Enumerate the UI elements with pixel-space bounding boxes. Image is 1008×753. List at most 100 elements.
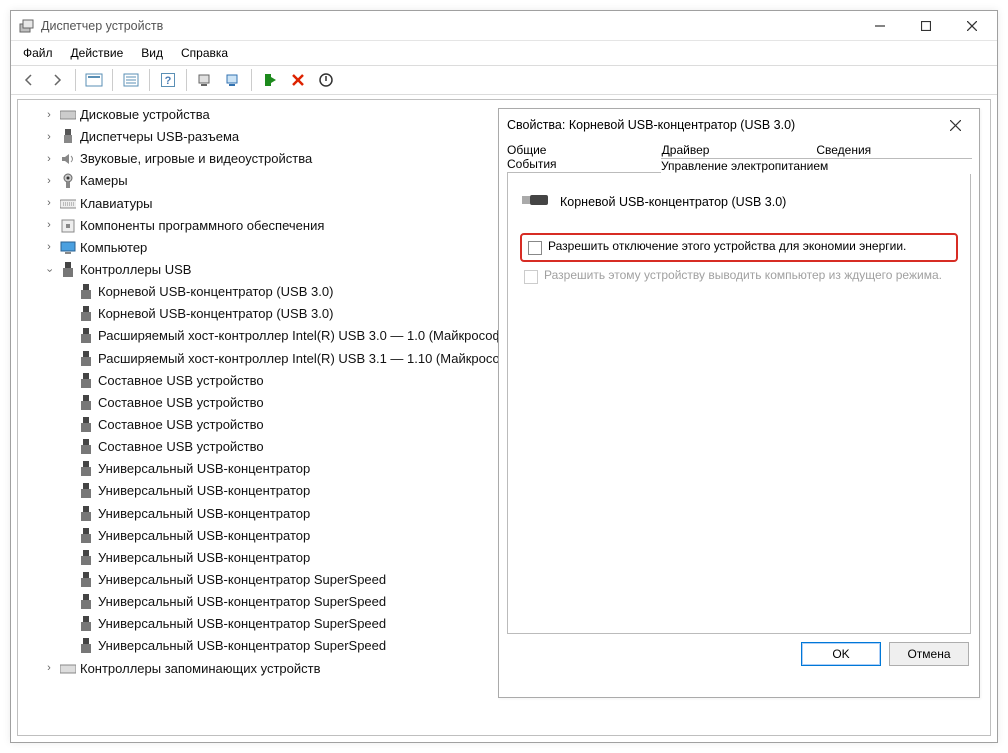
usb-icon <box>60 262 76 278</box>
usb-icon <box>78 550 94 566</box>
menu-help[interactable]: Справка <box>173 43 236 63</box>
cancel-button[interactable]: Отмена <box>889 642 969 666</box>
keyboard-icon <box>60 196 76 212</box>
tree-label: Универсальный USB-концентратор <box>98 504 310 524</box>
tabs: Общие Драйвер Сведения События Управлени… <box>499 141 979 634</box>
highlight-annotation: Разрешить отключение этого устройства дл… <box>520 233 958 262</box>
checkbox-allow-power-off[interactable] <box>528 241 542 255</box>
tree-label: Клавиатуры <box>80 194 153 214</box>
dialog-title: Свойства: Корневой USB-концентратор (USB… <box>507 118 939 132</box>
tree-label: Контроллеры USB <box>80 260 191 280</box>
usb-icon <box>78 351 94 367</box>
usb-icon <box>78 395 94 411</box>
tree-label: Универсальный USB-концентратор SuperSpee… <box>98 570 386 590</box>
tree-label: Универсальный USB-концентратор <box>98 548 310 568</box>
toolbar-separator <box>186 69 187 91</box>
camera-icon <box>60 173 76 189</box>
device-name-label: Корневой USB-концентратор (USB 3.0) <box>560 195 786 209</box>
uninstall-button[interactable] <box>284 67 312 93</box>
toolbar-separator <box>75 69 76 91</box>
tree-label: Универсальный USB-концентратор <box>98 459 310 479</box>
usb-icon <box>78 328 94 344</box>
usb-icon <box>78 306 94 322</box>
usb-icon <box>78 417 94 433</box>
tree-label: Составное USB устройство <box>98 437 264 457</box>
speaker-icon <box>60 151 76 167</box>
tree-label: Универсальный USB-концентратор SuperSpee… <box>98 636 386 656</box>
dialog-close-button[interactable] <box>939 110 971 140</box>
usb-icon <box>78 638 94 654</box>
menu-file[interactable]: Файл <box>15 43 61 63</box>
usb-device-icon <box>522 193 550 211</box>
dialog-buttons: OK Отмена <box>499 634 979 674</box>
disk-icon <box>60 107 76 123</box>
tree-label: Универсальный USB-концентратор SuperSpee… <box>98 614 386 634</box>
usb-icon <box>78 373 94 389</box>
component-icon <box>60 218 76 234</box>
usb-icon <box>78 439 94 455</box>
menu-view[interactable]: Вид <box>133 43 171 63</box>
menu-action[interactable]: Действие <box>63 43 132 63</box>
disable-button[interactable] <box>312 67 340 93</box>
toolbar-separator <box>112 69 113 91</box>
scan-hardware-button[interactable] <box>191 67 219 93</box>
install-legacy-button[interactable] <box>256 67 284 93</box>
tab-driver[interactable]: Драйвер <box>662 143 818 157</box>
tree-label: Универсальный USB-концентратор <box>98 481 310 501</box>
tree-label: Звуковые, игровые и видеоустройства <box>80 149 312 169</box>
svg-text:?: ? <box>165 75 172 87</box>
ok-button[interactable]: OK <box>801 642 881 666</box>
tree-label: Компьютер <box>80 238 147 258</box>
tree-label: Универсальный USB-концентратор SuperSpee… <box>98 592 386 612</box>
back-button[interactable] <box>15 67 43 93</box>
update-driver-button[interactable] <box>219 67 247 93</box>
tree-label: Контроллеры запоминающих устройств <box>80 659 320 679</box>
tab-general[interactable]: Общие <box>507 143 663 157</box>
usb-connector-icon <box>60 129 76 145</box>
tree-label: Расширяемый хост-контроллер Intel(R) USB… <box>98 349 520 369</box>
usb-icon <box>78 594 94 610</box>
device-manager-window: Диспетчер устройств Файл Действие Вид Сп… <box>10 10 998 743</box>
app-icon <box>19 18 35 34</box>
tree-label: Корневой USB-концентратор (USB 3.0) <box>98 304 333 324</box>
properties-dialog: Свойства: Корневой USB-концентратор (USB… <box>498 108 980 698</box>
tree-label: Составное USB устройство <box>98 371 264 391</box>
tree-label: Компоненты программного обеспечения <box>80 216 324 236</box>
properties-button[interactable] <box>117 67 145 93</box>
usb-icon <box>78 528 94 544</box>
minimize-button[interactable] <box>857 11 903 41</box>
option-allow-power-off-label: Разрешить отключение этого устройства дл… <box>548 239 906 253</box>
toolbar-separator <box>149 69 150 91</box>
tab-panel-power: Корневой USB-концентратор (USB 3.0) Разр… <box>507 172 971 634</box>
forward-button[interactable] <box>43 67 71 93</box>
tab-events[interactable]: События <box>507 157 662 173</box>
toolbar-separator <box>251 69 252 91</box>
show-hidden-button[interactable] <box>80 67 108 93</box>
tab-power-management[interactable]: Управление электропитанием <box>661 158 972 174</box>
computer-icon <box>60 240 76 256</box>
storage-icon <box>60 661 76 677</box>
tree-label: Диспетчеры USB-разъема <box>80 127 239 147</box>
tree-label: Составное USB устройство <box>98 393 264 413</box>
usb-icon <box>78 461 94 477</box>
tree-label: Дисковые устройства <box>80 105 210 125</box>
menubar: Файл Действие Вид Справка <box>11 41 997 65</box>
usb-icon <box>78 506 94 522</box>
tree-label: Расширяемый хост-контроллер Intel(R) USB… <box>98 326 513 346</box>
content-area: ›Дисковые устройства ›Диспетчеры USB-раз… <box>17 99 991 736</box>
option-allow-wake-label: Разрешить этому устройству выводить комп… <box>544 268 942 282</box>
dialog-titlebar: Свойства: Корневой USB-концентратор (USB… <box>499 109 979 141</box>
checkbox-allow-wake <box>524 270 538 284</box>
usb-icon <box>78 572 94 588</box>
tree-label: Универсальный USB-концентратор <box>98 526 310 546</box>
tab-details[interactable]: Сведения <box>816 143 972 157</box>
titlebar: Диспетчер устройств <box>11 11 997 41</box>
close-button[interactable] <box>949 11 995 41</box>
maximize-button[interactable] <box>903 11 949 41</box>
toolbar: ? <box>11 65 997 95</box>
help-button[interactable]: ? <box>154 67 182 93</box>
tree-label: Корневой USB-концентратор (USB 3.0) <box>98 282 333 302</box>
usb-icon <box>78 483 94 499</box>
window-title: Диспетчер устройств <box>41 19 857 33</box>
usb-icon <box>78 616 94 632</box>
